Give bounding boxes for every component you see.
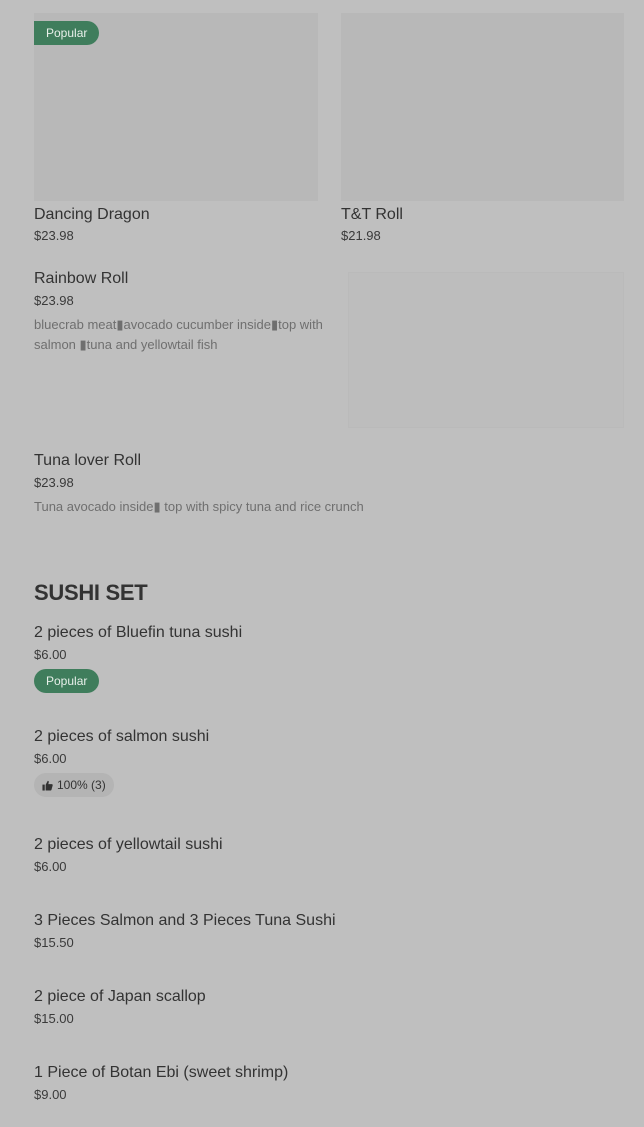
menu-item-botan-ebi[interactable]: 1 Piece of Botan Ebi (sweet shrimp) $9.0…: [34, 1062, 288, 1103]
dish-price: $6.00: [34, 751, 67, 766]
dish-price: $6.00: [34, 859, 67, 874]
dish-name: 2 piece of Japan scallop: [34, 988, 206, 1005]
dish-name: 2 pieces of yellowtail sushi: [34, 836, 223, 853]
dish-price: $23.98: [34, 475, 74, 490]
menu-card-tt-roll[interactable]: T&T Roll $21.98: [341, 13, 624, 244]
dish-price: $21.98: [341, 228, 381, 243]
dish-name: 2 pieces of salmon sushi: [34, 728, 210, 745]
dish-description: Tuna avocado inside▮ top with spicy tuna…: [34, 499, 364, 514]
dish-name: 1 Piece of Botan Ebi (sweet shrimp): [34, 1064, 289, 1081]
popular-badge: Popular: [34, 21, 100, 45]
menu-item-salmon-tuna-combo[interactable]: 3 Pieces Salmon and 3 Pieces Tuna Sushi …: [34, 910, 336, 951]
dish-name: T&T Roll: [341, 206, 403, 223]
menu-item-rainbow-roll[interactable]: Rainbow Roll $23.98 bluecrab meat▮avocad…: [34, 268, 334, 355]
menu-item-yellowtail-sushi[interactable]: 2 pieces of yellowtail sushi $6.00: [34, 834, 223, 875]
dish-description: bluecrab meat▮avocado cucumber inside▮to…: [34, 317, 323, 352]
dish-image[interactable]: [348, 272, 624, 428]
dish-name: Rainbow Roll: [34, 270, 129, 287]
dish-price: $9.00: [34, 1087, 67, 1102]
menu-item-japan-scallop[interactable]: 2 piece of Japan scallop $15.00: [34, 986, 206, 1027]
dish-name: Tuna lover Roll: [34, 452, 142, 469]
menu-item-salmon-sushi[interactable]: 2 pieces of salmon sushi $6.00 100% (3): [34, 726, 209, 797]
menu-item-tuna-lover-roll[interactable]: Tuna lover Roll $23.98 Tuna avocado insi…: [34, 450, 594, 517]
rating-text: 100% (3): [57, 778, 106, 792]
dish-image: Popular: [34, 13, 318, 201]
section-title: SUSHI SET: [34, 580, 148, 605]
menu-card-dancing-dragon[interactable]: Popular Dancing Dragon $23.98: [34, 13, 318, 244]
dish-name: 3 Pieces Salmon and 3 Pieces Tuna Sushi: [34, 912, 336, 929]
menu-item-bluefin-tuna-sushi[interactable]: 2 pieces of Bluefin tuna sushi $6.00 Pop…: [34, 622, 242, 693]
popular-badge: Popular: [34, 669, 100, 693]
dish-price: $15.50: [34, 935, 74, 950]
dish-image: [341, 13, 624, 201]
dish-price: $23.98: [34, 228, 74, 243]
dish-name: 2 pieces of Bluefin tuna sushi: [34, 624, 243, 641]
dish-name: Dancing Dragon: [34, 206, 150, 223]
thumbs-up-icon: [42, 780, 53, 791]
dish-price: $6.00: [34, 647, 67, 662]
rating-badge: 100% (3): [34, 773, 114, 797]
menu-page: Popular Dancing Dragon $23.98 T&T Roll $…: [0, 0, 644, 1127]
dish-price: $23.98: [34, 293, 74, 308]
dish-price: $15.00: [34, 1011, 74, 1026]
